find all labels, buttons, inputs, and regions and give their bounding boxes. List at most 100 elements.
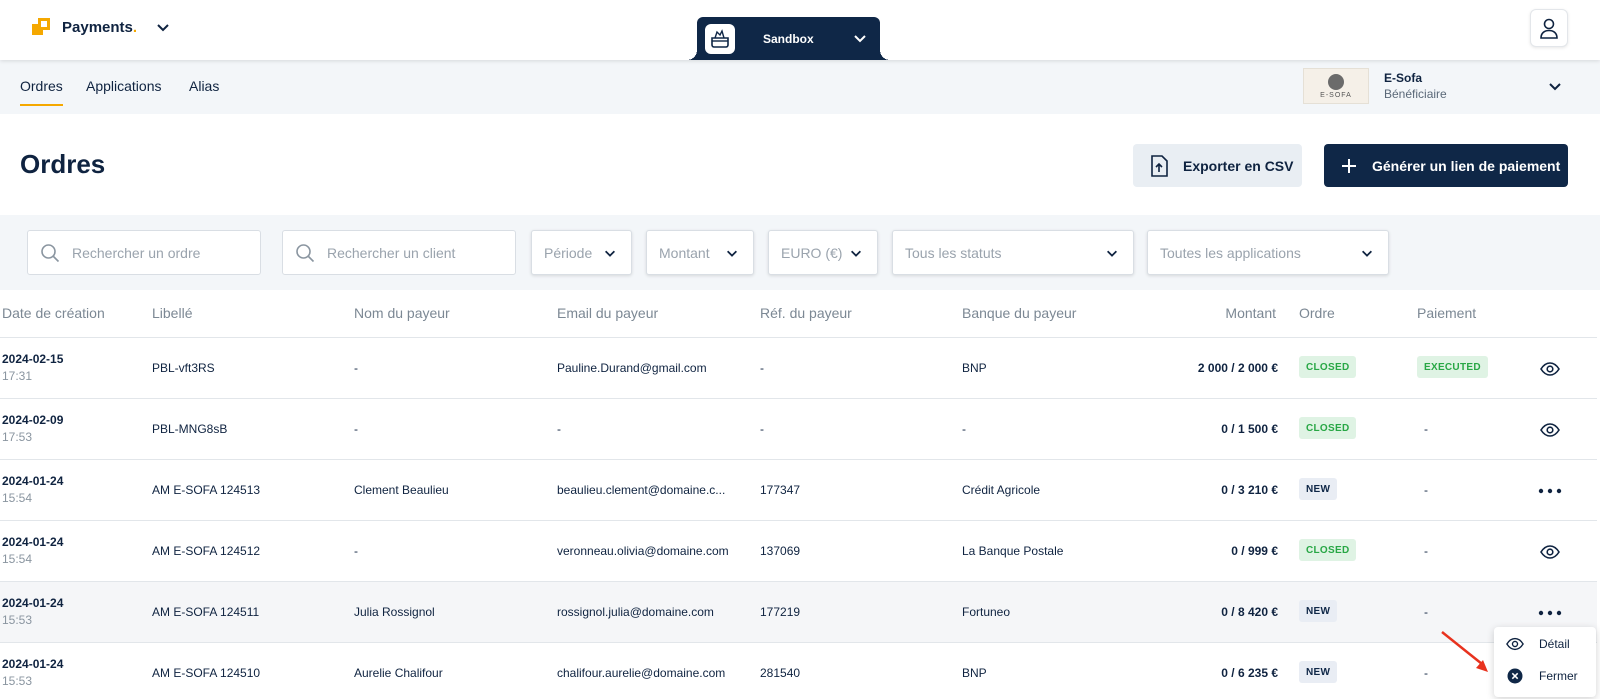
column-header-label[interactable]: Libellé bbox=[152, 305, 192, 321]
row-actions-menu: Détail Fermer bbox=[1494, 627, 1596, 697]
export-csv-button[interactable]: Exporter en CSV bbox=[1133, 144, 1302, 187]
currency-filter[interactable]: EURO (€) bbox=[768, 230, 878, 275]
search-order-input[interactable]: Rechercher un ordre bbox=[27, 230, 261, 275]
amount: 0 / 1 500 € bbox=[1221, 422, 1278, 436]
payer-ref: 281540 bbox=[760, 666, 801, 680]
payer-bank: - bbox=[962, 422, 966, 436]
order-status-badge: CLOSED bbox=[1299, 356, 1357, 378]
app-name: Payments. bbox=[62, 18, 138, 36]
beneficiary-logo: E-SOFA bbox=[1303, 68, 1369, 104]
annotation-arrow-icon bbox=[1441, 631, 1488, 672]
status-filter[interactable]: Tous les statuts bbox=[892, 230, 1134, 275]
created-time: 15:54 bbox=[2, 552, 33, 566]
more-actions-icon[interactable] bbox=[1538, 479, 1562, 503]
created-time: 17:31 bbox=[2, 369, 33, 383]
sandbox-icon bbox=[705, 23, 735, 54]
chevron-down-icon bbox=[854, 35, 866, 43]
app-switcher[interactable]: Payments. bbox=[32, 18, 171, 36]
order-status-badge: CLOSED bbox=[1299, 417, 1357, 439]
filters-bar: Rechercher un ordre Rechercher un client… bbox=[0, 215, 1600, 290]
user-icon bbox=[1540, 18, 1558, 39]
payer-ref: - bbox=[760, 422, 764, 436]
upload-file-icon bbox=[1151, 154, 1168, 177]
order-label: AM E-SOFA 124512 bbox=[152, 544, 261, 558]
amount-filter[interactable]: Montant bbox=[646, 230, 754, 275]
created-time: 17:53 bbox=[2, 430, 33, 444]
payer-email: veronneau.olivia@domaine.com bbox=[557, 544, 729, 558]
amount: 0 / 6 235 € bbox=[1221, 666, 1278, 680]
table-row[interactable]: 2024-01-24 15:53 AM E-SOFA 124510 Aurelie C… bbox=[0, 642, 1597, 699]
payment-status: - bbox=[1424, 666, 1428, 680]
generate-payment-link-button[interactable]: Générer un lien de paiement bbox=[1324, 144, 1568, 187]
chevron-down-icon bbox=[851, 250, 861, 257]
tab-applications[interactable]: Applications bbox=[86, 78, 162, 94]
order-label: PBL-MNG8sB bbox=[152, 422, 228, 436]
order-status-badge: NEW bbox=[1299, 478, 1338, 500]
tab-ordres[interactable]: Ordres bbox=[20, 78, 63, 106]
order-label: AM E-SOFA 124510 bbox=[152, 666, 261, 680]
payer-name: Julia Rossignol bbox=[354, 605, 435, 619]
table-row[interactable]: 2024-02-09 17:53 PBL-MNG8sB - - - - 0 / 1 500 €… bbox=[0, 398, 1597, 459]
search-icon bbox=[41, 243, 60, 262]
amount: 0 / 8 420 € bbox=[1221, 605, 1278, 619]
user-account-button[interactable] bbox=[1530, 9, 1568, 47]
eye-icon[interactable] bbox=[1538, 418, 1562, 442]
payer-email: Pauline.Durand@gmail.com bbox=[557, 361, 707, 375]
plus-icon bbox=[1342, 158, 1356, 173]
order-status-badge: CLOSED bbox=[1299, 539, 1357, 561]
chevron-down-icon[interactable] bbox=[1547, 78, 1563, 94]
chevron-down-icon bbox=[605, 250, 615, 257]
payer-bank: BNP bbox=[962, 361, 987, 375]
more-actions-icon[interactable] bbox=[1538, 601, 1562, 625]
search-client-input[interactable]: Rechercher un client bbox=[282, 230, 516, 275]
table-row[interactable]: 2024-01-24 15:54 AM E-SOFA 124512 - veronnea… bbox=[0, 520, 1597, 581]
amount: 0 / 999 € bbox=[1231, 544, 1278, 558]
menu-item-close[interactable]: Fermer bbox=[1506, 667, 1578, 685]
created-date: 2024-01-24 bbox=[2, 535, 64, 549]
amount: 2 000 / 2 000 € bbox=[1197, 361, 1278, 375]
applications-filter[interactable]: Toutes les applications bbox=[1147, 230, 1389, 275]
column-header-payer-name[interactable]: Nom du payeur bbox=[354, 305, 450, 321]
chevron-down-icon bbox=[157, 24, 169, 32]
table-row[interactable]: 2024-01-24 15:54 AM E-SOFA 124513 Clement B… bbox=[0, 459, 1597, 520]
chevron-down-icon bbox=[1107, 250, 1117, 257]
table-row[interactable]: 2024-01-24 15:53 AM E-SOFA 124511 Julia Ros… bbox=[0, 581, 1597, 642]
created-time: 15:53 bbox=[2, 613, 33, 627]
top-bar: Payments. Sandbox bbox=[0, 0, 1600, 60]
column-header-amount[interactable]: Montant bbox=[1225, 305, 1276, 321]
menu-item-detail[interactable]: Détail bbox=[1506, 635, 1570, 653]
payment-status: - bbox=[1424, 544, 1428, 558]
order-status-badge: NEW bbox=[1299, 600, 1338, 622]
payment-status: - bbox=[1424, 483, 1428, 497]
payer-name: Clement Beaulieu bbox=[354, 483, 449, 497]
column-header-payer-ref[interactable]: Réf. du payeur bbox=[760, 305, 852, 321]
payer-ref: 177347 bbox=[760, 483, 801, 497]
eye-icon[interactable] bbox=[1538, 540, 1562, 564]
payer-ref: 177219 bbox=[760, 605, 801, 619]
table-row[interactable]: 2024-02-15 17:31 PBL-vft3RS - Pauline.Durand… bbox=[0, 337, 1597, 398]
column-header-date[interactable]: Date de création bbox=[2, 305, 105, 321]
order-status-badge: NEW bbox=[1299, 661, 1338, 683]
eye-icon[interactable] bbox=[1538, 357, 1562, 381]
tab-alias[interactable]: Alias bbox=[189, 78, 219, 94]
order-label: PBL-vft3RS bbox=[152, 361, 215, 375]
column-header-payer-bank[interactable]: Banque du payeur bbox=[962, 305, 1076, 321]
chevron-down-icon bbox=[1362, 250, 1372, 257]
environment-switcher[interactable]: Sandbox bbox=[687, 17, 890, 60]
created-date: 2024-01-24 bbox=[2, 657, 64, 671]
payer-name: - bbox=[354, 361, 358, 375]
payments-logo bbox=[32, 18, 50, 36]
payer-email: - bbox=[557, 422, 561, 436]
column-header-order[interactable]: Ordre bbox=[1299, 305, 1335, 321]
column-header-payment[interactable]: Paiement bbox=[1417, 305, 1476, 321]
page-title: Ordres bbox=[20, 149, 106, 179]
created-date: 2024-01-24 bbox=[2, 474, 64, 488]
period-filter[interactable]: Période bbox=[531, 230, 632, 275]
created-time: 15:53 bbox=[2, 674, 33, 688]
payer-email: beaulieu.clement@domaine.c... bbox=[557, 483, 726, 497]
beneficiary-switcher[interactable]: E-SOFA E-Sofa Bénéficiaire bbox=[1303, 68, 1447, 104]
payer-bank: BNP bbox=[962, 666, 987, 680]
column-header-payer-email[interactable]: Email du payeur bbox=[557, 305, 658, 321]
amount: 0 / 3 210 € bbox=[1221, 483, 1278, 497]
created-date: 2024-01-24 bbox=[2, 596, 64, 610]
